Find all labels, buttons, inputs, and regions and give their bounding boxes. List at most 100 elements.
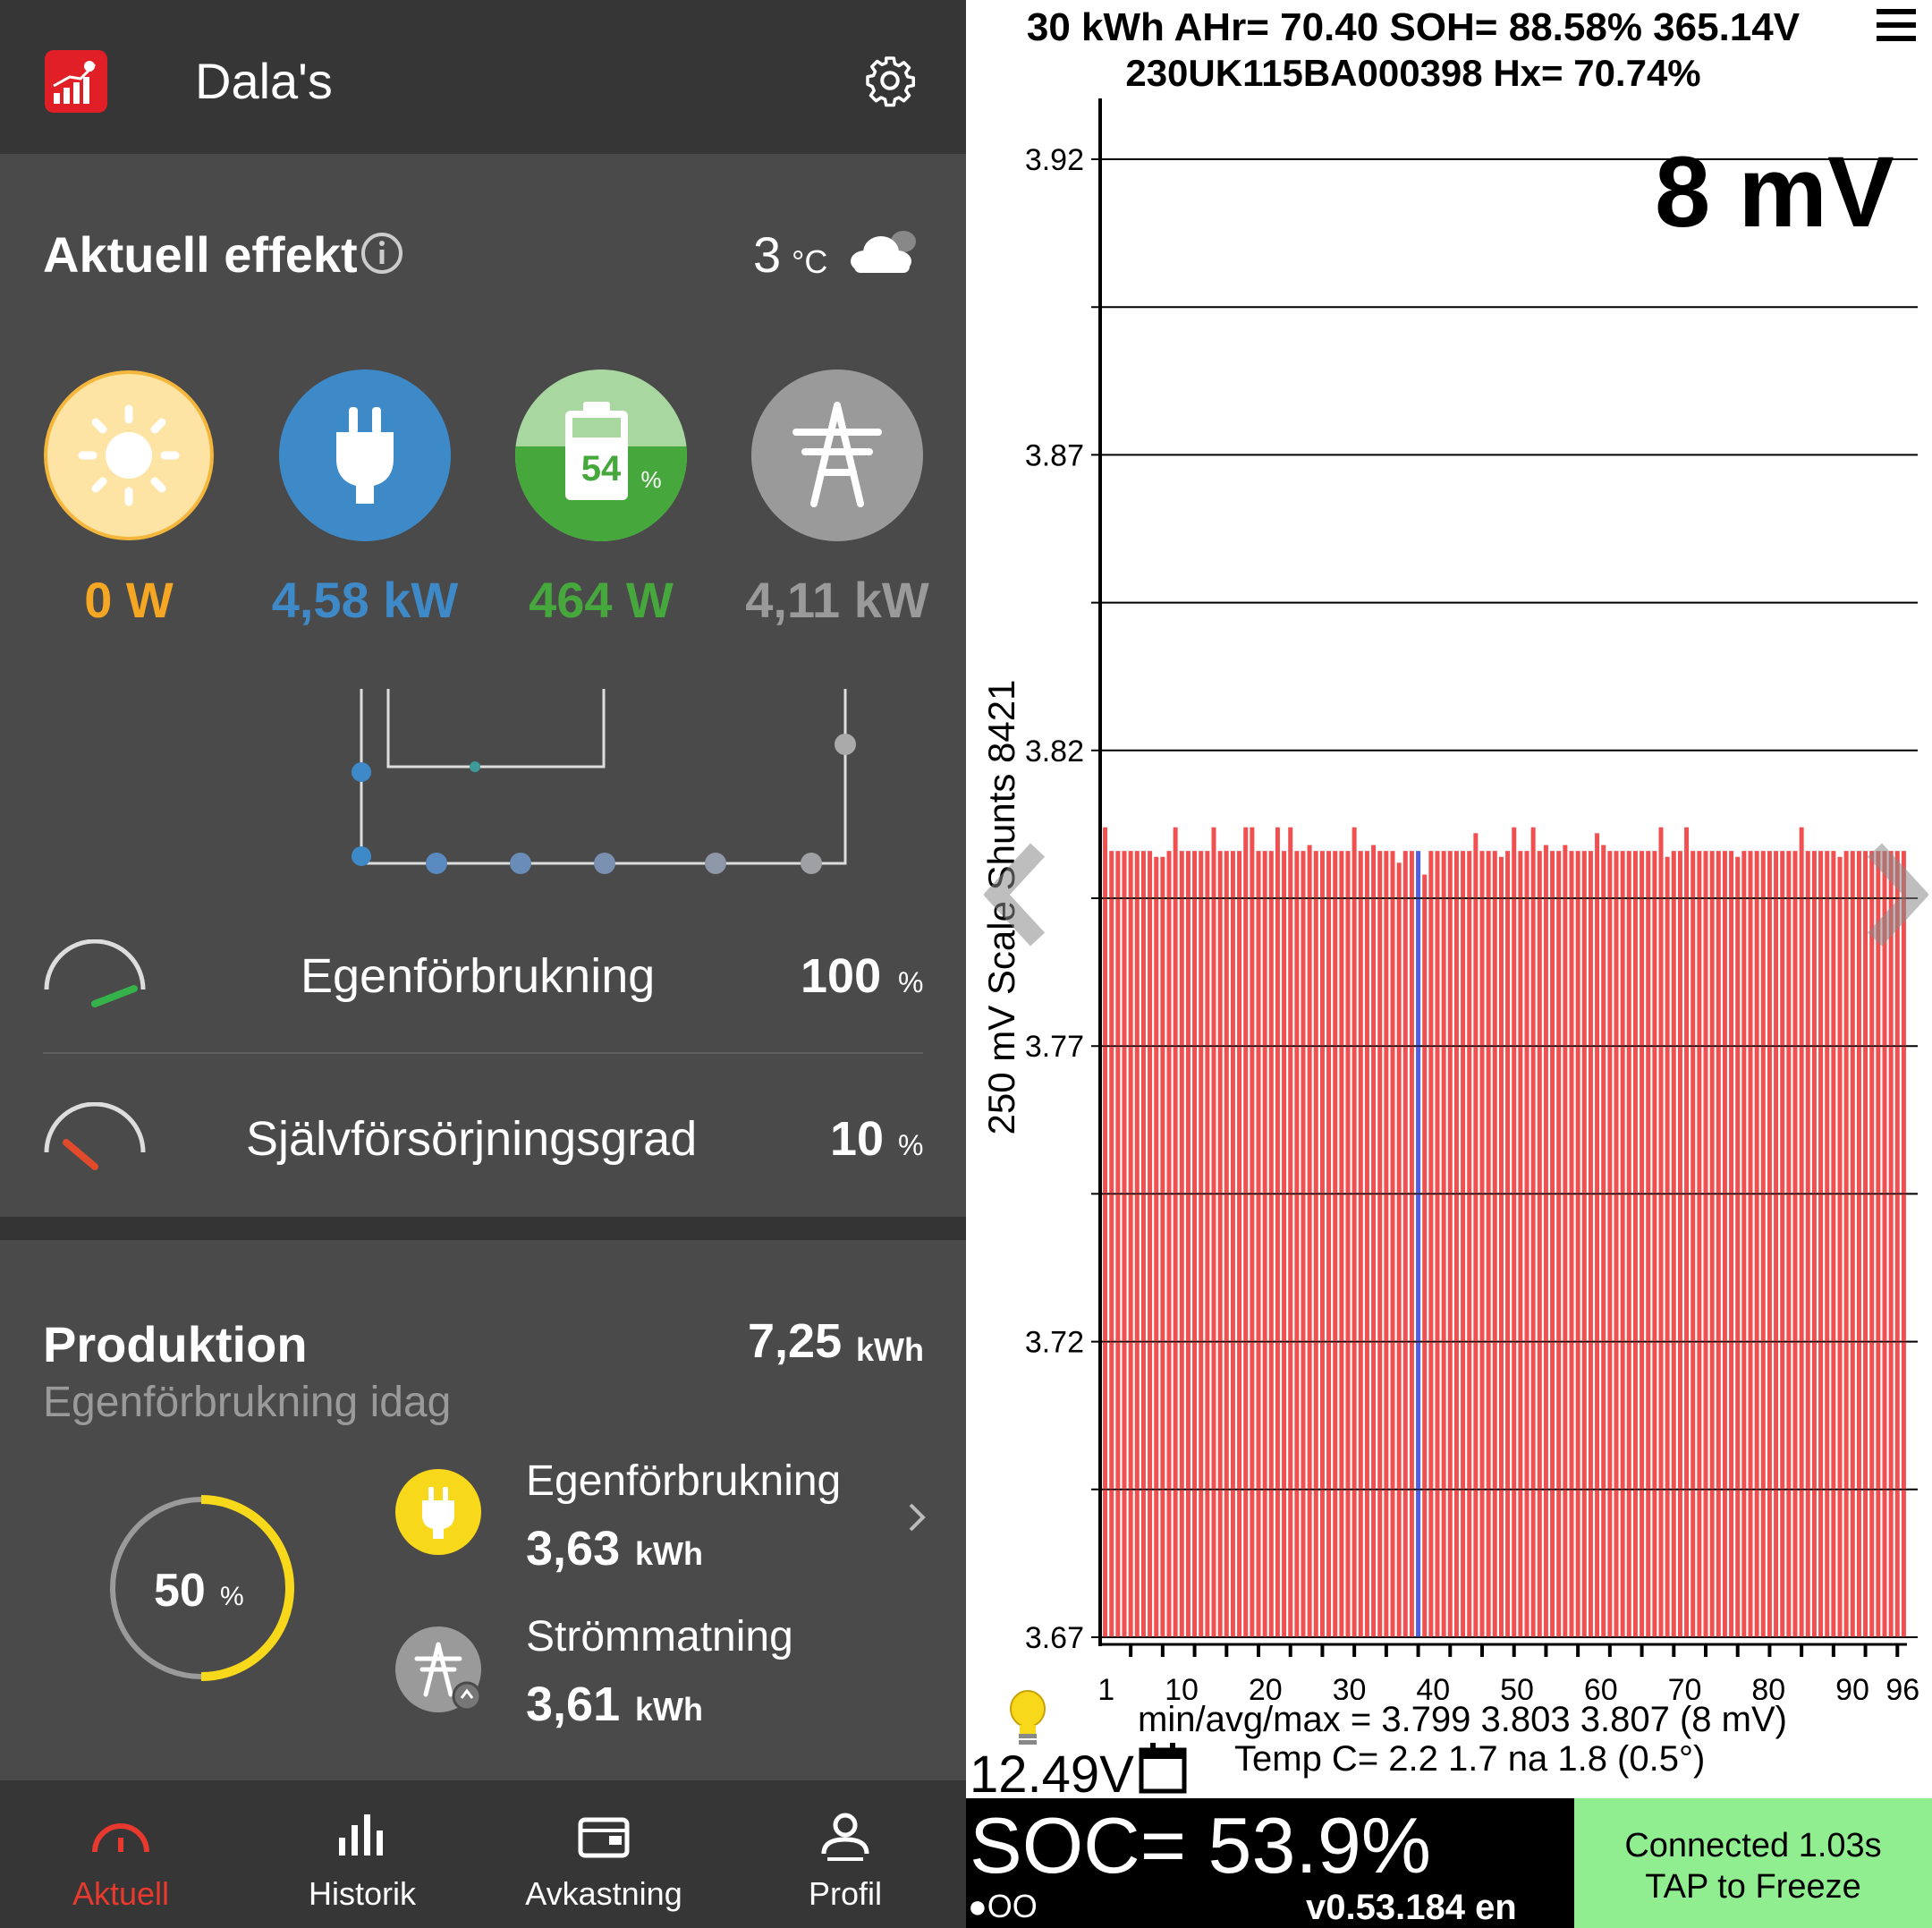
cell-voltage-bar xyxy=(1447,851,1453,1637)
cell-voltage-bar xyxy=(1792,851,1798,1637)
gear-icon[interactable] xyxy=(863,54,917,107)
x-tick-label: 40 xyxy=(1416,1673,1450,1700)
cell-voltage-bar xyxy=(1626,851,1631,1637)
cell-voltage-bar xyxy=(1128,851,1133,1637)
x-tick-label: 1 xyxy=(1097,1673,1114,1700)
bar-chart-nav-icon xyxy=(339,1814,383,1856)
battery-icon[interactable]: 54 % xyxy=(515,369,687,541)
x-tick-label: 20 xyxy=(1249,1673,1283,1700)
cell-voltage-bar xyxy=(1556,851,1562,1637)
cell-voltage-bar xyxy=(1173,827,1178,1637)
grid-pylon-icon[interactable] xyxy=(751,369,923,541)
chevron-right-icon[interactable] xyxy=(903,1499,930,1535)
y-tick-label: 3.87 xyxy=(1025,438,1084,472)
calendar-icon[interactable] xyxy=(1138,1741,1188,1795)
solar-app-panel: Dala's Aktuell effekt 3 °C 54 % 0 W 4,58… xyxy=(0,0,966,1928)
info-icon[interactable] xyxy=(360,231,404,276)
y-tick-label: 3.72 xyxy=(1025,1326,1084,1360)
cell-voltage-bar xyxy=(1402,851,1408,1637)
cell-voltage-bar xyxy=(1530,827,1536,1637)
consumption-plug-icon[interactable] xyxy=(279,369,451,541)
cell-voltage-bar xyxy=(1333,851,1338,1637)
cell-voltage-bar xyxy=(1313,851,1318,1637)
cell-voltage-bar xyxy=(1818,851,1824,1637)
cell-voltage-bar xyxy=(1307,845,1312,1637)
cell-voltage-bar xyxy=(1805,851,1810,1637)
cell-voltage-bar xyxy=(1767,851,1772,1637)
cell-voltage-bar xyxy=(1109,851,1114,1637)
cell-voltage-bar xyxy=(1799,827,1804,1637)
app-top-bar xyxy=(0,0,966,154)
cell-voltage-bar xyxy=(1192,851,1198,1637)
self-sufficiency-label: Självförsörjningsgrad xyxy=(246,1112,698,1166)
app-version: v0.53.184 en xyxy=(1306,1888,1517,1927)
cell-voltage-bar xyxy=(1250,827,1255,1637)
cell-voltage-bar xyxy=(1811,851,1817,1637)
cell-voltage-bar xyxy=(1652,851,1657,1637)
cell-voltage-chart[interactable]: 3.92 3.87 3.82 3.77 3.72 3.67 1 10 20 30 40 50 60 70 8… xyxy=(966,0,1932,1700)
production-title: Produktion xyxy=(43,1316,308,1372)
cell-voltage-bar xyxy=(1882,851,1887,1637)
cell-voltage-bar xyxy=(1614,851,1619,1637)
cell-voltage-bar xyxy=(1140,851,1146,1637)
status-indicator: ●OO xyxy=(968,1888,1038,1924)
cell-voltage-bar xyxy=(1512,827,1517,1637)
nav-label: Profil xyxy=(808,1875,883,1912)
chevron-left-icon[interactable] xyxy=(984,841,1055,948)
production-item-label-self: Egenförbrukning xyxy=(526,1457,842,1505)
chevron-right-icon[interactable] xyxy=(1857,841,1928,948)
cell-voltage-bar xyxy=(1684,827,1690,1637)
cell-voltage-bar xyxy=(1262,851,1267,1637)
temperature-readout: Temp C= 2.2 1.7 na 1.8 (0.5°) xyxy=(1234,1739,1706,1779)
cell-voltage-bar xyxy=(1275,827,1280,1637)
cell-voltage-bar xyxy=(1358,851,1363,1637)
solar-sun-icon[interactable] xyxy=(43,369,215,541)
cell-voltage-bar xyxy=(1409,851,1414,1637)
cell-voltage-bar xyxy=(1729,851,1734,1637)
cell-voltage-bar xyxy=(1301,851,1306,1637)
cell-voltage-bar xyxy=(1863,851,1868,1637)
soc-value: SOC= 53.9% xyxy=(970,1801,1432,1890)
cell-voltage-bar xyxy=(1352,827,1357,1637)
lightbulb-icon[interactable] xyxy=(1005,1689,1050,1748)
self-sufficiency-unit: % xyxy=(898,1129,924,1161)
cell-voltage-bar xyxy=(1479,851,1485,1637)
cell-voltage-bar xyxy=(1428,851,1434,1637)
cell-voltage-bar xyxy=(1160,856,1165,1637)
production-item-value-self: 3,63 xyxy=(526,1522,621,1576)
cell-voltage-bar xyxy=(1780,851,1785,1637)
cell-voltage-bar xyxy=(1364,851,1369,1637)
self-consumption-plug-icon xyxy=(395,1469,481,1555)
cell-voltage-bar xyxy=(1856,851,1861,1637)
cell-voltage-bar xyxy=(1646,851,1651,1637)
x-tick-label: 96 xyxy=(1885,1673,1919,1700)
app-title: Dala's xyxy=(195,53,333,109)
self-consumption-label: Egenförbrukning xyxy=(301,949,656,1003)
connection-freeze-button[interactable]: Connected 1.03s TAP to Freeze xyxy=(1574,1798,1932,1928)
solar-power-value: 0 W xyxy=(84,572,174,628)
cell-voltage-bar xyxy=(1843,851,1849,1637)
cell-voltage-bar xyxy=(1709,851,1715,1637)
cell-voltage-bar xyxy=(1774,851,1779,1637)
x-tick-label: 60 xyxy=(1584,1673,1618,1700)
nav-tab-historik[interactable]: Historik xyxy=(242,1780,483,1928)
nav-tab-profil[interactable]: Profil xyxy=(724,1780,966,1928)
cell-voltage-bar xyxy=(1735,856,1741,1637)
cell-voltage-bar xyxy=(1524,851,1530,1637)
battery-monitor-panel[interactable]: 30 kWh AHr= 70.40 SOH= 88.58% 365.14V 23… xyxy=(966,0,1932,1928)
cell-voltage-bar xyxy=(1339,851,1344,1637)
cell-voltage-bar xyxy=(1741,851,1747,1637)
ring-unit: % xyxy=(220,1582,244,1611)
cell-voltage-bar xyxy=(1703,851,1708,1637)
production-total: 7,25 xyxy=(748,1314,843,1368)
cell-voltage-bar xyxy=(1760,851,1766,1637)
cell-voltage-bar xyxy=(1115,851,1121,1637)
y-tick-label: 3.82 xyxy=(1025,735,1084,769)
min-avg-max-stats: min/avg/max = 3.799 3.803 3.807 (8 mV) xyxy=(1138,1700,1787,1739)
nav-tab-aktuell[interactable]: Aktuell xyxy=(0,1780,242,1928)
cell-voltage-bar xyxy=(1134,851,1140,1637)
nav-tab-avkastning[interactable]: Avkastning xyxy=(483,1780,724,1928)
nav-label: Aktuell xyxy=(72,1875,170,1912)
grid-feed-in-icon xyxy=(395,1626,482,1712)
cell-voltage-bar xyxy=(1563,845,1568,1637)
